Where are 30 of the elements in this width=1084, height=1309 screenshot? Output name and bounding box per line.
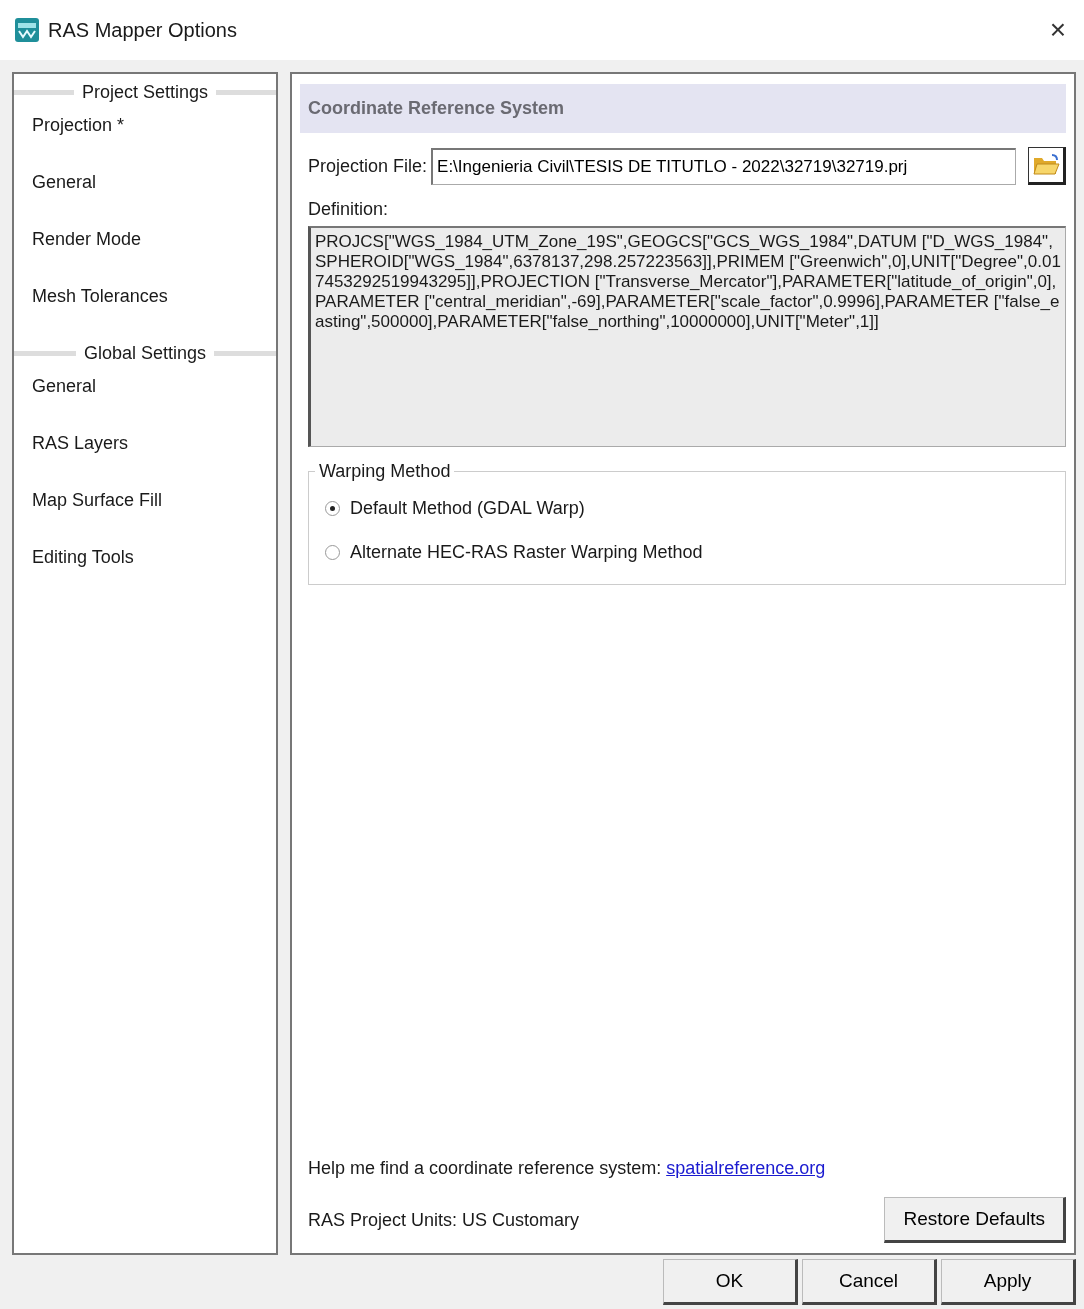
- field-label: Definition:: [308, 199, 390, 220]
- sidebar-item[interactable]: General: [32, 172, 97, 192]
- group-label: Warping Method: [318, 461, 452, 482]
- app-icon: [14, 17, 40, 43]
- sidebar-item[interactable]: Map Surface Fill: [32, 490, 163, 510]
- restore-defaults-button[interactable]: Restore Defaults: [884, 1197, 1066, 1243]
- sidebar-item[interactable]: General: [32, 376, 97, 396]
- dialog-button[interactable]: Cancel: [802, 1259, 937, 1305]
- radio-option[interactable]: Default Method (GDAL Warp): [325, 486, 1049, 530]
- projection-file-field[interactable]: E:\Ingenieria Civil\TESIS DE TITUTLO - 2022\32719\32719.prj: [431, 147, 1016, 185]
- radio-option[interactable]: Alternate HEC-RAS Raster Warping Method: [325, 530, 1049, 574]
- folder-icon: [1032, 152, 1060, 178]
- section-header: Global Settings: [83, 343, 207, 364]
- sidebar-item[interactable]: Mesh Tolerances: [32, 286, 168, 306]
- panel-header: Coordinate Reference System: [300, 84, 1066, 133]
- close-button[interactable]: ×: [1045, 14, 1070, 46]
- help-text: Help me find a coordinate reference system: spatialreference.org: [308, 1158, 827, 1179]
- sidebar-item[interactable]: Editing Tools: [32, 547, 134, 567]
- dialog-button[interactable]: Apply: [941, 1259, 1076, 1305]
- sidebar-item[interactable]: RAS Layers: [32, 433, 129, 453]
- field-label: Projection File:: [308, 155, 428, 177]
- browse-button[interactable]: [1028, 147, 1066, 185]
- units-text: RAS Project Units: US Customary: [308, 1209, 580, 1231]
- section-header: Project Settings: [81, 82, 209, 103]
- window-title: RAS Mapper Options: [48, 18, 238, 42]
- dialog-button[interactable]: OK: [663, 1259, 798, 1305]
- definition-field[interactable]: PROJCS["WGS_1984_UTM_Zone_19S",GEOGCS["GCS_WGS_1984",DATUM ["D_WGS_1984",SPHEROID["WGS_1984",6378137,298.257223563]],PRIMEM ["Greenwich",0],UNIT["Degree",0.017453292519943295]],PROJECTION ["Transverse_Mercator"],PARAMETER["latitude_of_origin",0],PARAMETER ["central_meridian",-69],PARAMETER["scale_factor",0.9996],PARAMETER ["false_easting",500000],PARAMETER["false_northing",10000000],UNIT["Meter",1]]: [308, 226, 1066, 447]
- sidebar-item[interactable]: Projection *: [32, 115, 125, 135]
- help-link[interactable]: spatialreference.org: [666, 1158, 826, 1178]
- sidebar-item[interactable]: Render Mode: [32, 229, 142, 249]
